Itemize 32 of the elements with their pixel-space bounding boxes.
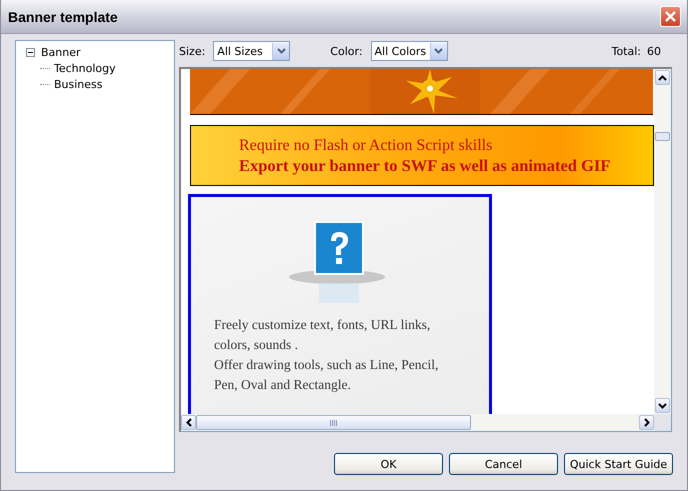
collapse-icon[interactable] bbox=[26, 48, 35, 56]
dialog-button[interactable]: Quick Start Guide bbox=[564, 453, 673, 475]
filter-dropdown[interactable]: All Sizes bbox=[213, 41, 290, 61]
help-icon bbox=[286, 221, 386, 303]
feature-text: Freely customize text, fonts, URL links, colors, sounds . bbox=[214, 316, 432, 354]
tree-item[interactable]: Technology bbox=[54, 62, 116, 74]
tree-item[interactable]: Business bbox=[54, 78, 103, 90]
chevron-left-icon bbox=[186, 418, 192, 427]
chevron-up-icon bbox=[658, 74, 667, 80]
scrollbar-corner bbox=[654, 414, 671, 431]
horizontal-scrollbar[interactable] bbox=[181, 414, 671, 431]
vertical-scrollbar[interactable] bbox=[654, 69, 671, 414]
template-card[interactable]: Freely customize text, fonts, URL links, colors, sounds . Offer drawing tools, such as Line, Pencil, Pen, Oval and Rectangle. bbox=[188, 194, 492, 414]
chevron-right-icon bbox=[644, 418, 650, 427]
total-count: 60 bbox=[647, 44, 661, 58]
chevron-down-icon bbox=[434, 48, 444, 54]
close-button[interactable] bbox=[660, 6, 681, 27]
tree-item[interactable]: Banner bbox=[41, 46, 81, 58]
feature-text: Offer drawing tools, such as Line, Pencil, Pen, Oval and Rectangle. bbox=[214, 356, 440, 394]
close-icon bbox=[664, 10, 677, 23]
total-label: Total: bbox=[612, 44, 641, 58]
banner-text: Require no Flash or Action Script skills bbox=[239, 136, 494, 156]
chevron-down-icon bbox=[276, 48, 286, 54]
scroll-thumb[interactable] bbox=[655, 132, 670, 141]
chevron-down-icon bbox=[658, 402, 667, 408]
dialog-button[interactable]: Cancel bbox=[449, 453, 558, 475]
dialog-button[interactable]: OK bbox=[334, 453, 443, 475]
banner-text: Export your banner to SWF as well as animated GIF bbox=[239, 156, 612, 176]
window-title: Banner template bbox=[8, 8, 119, 24]
filter-label: Size: bbox=[179, 44, 206, 58]
filter-label: Color: bbox=[330, 44, 363, 58]
filter-dropdown[interactable]: All Colors bbox=[370, 41, 448, 61]
